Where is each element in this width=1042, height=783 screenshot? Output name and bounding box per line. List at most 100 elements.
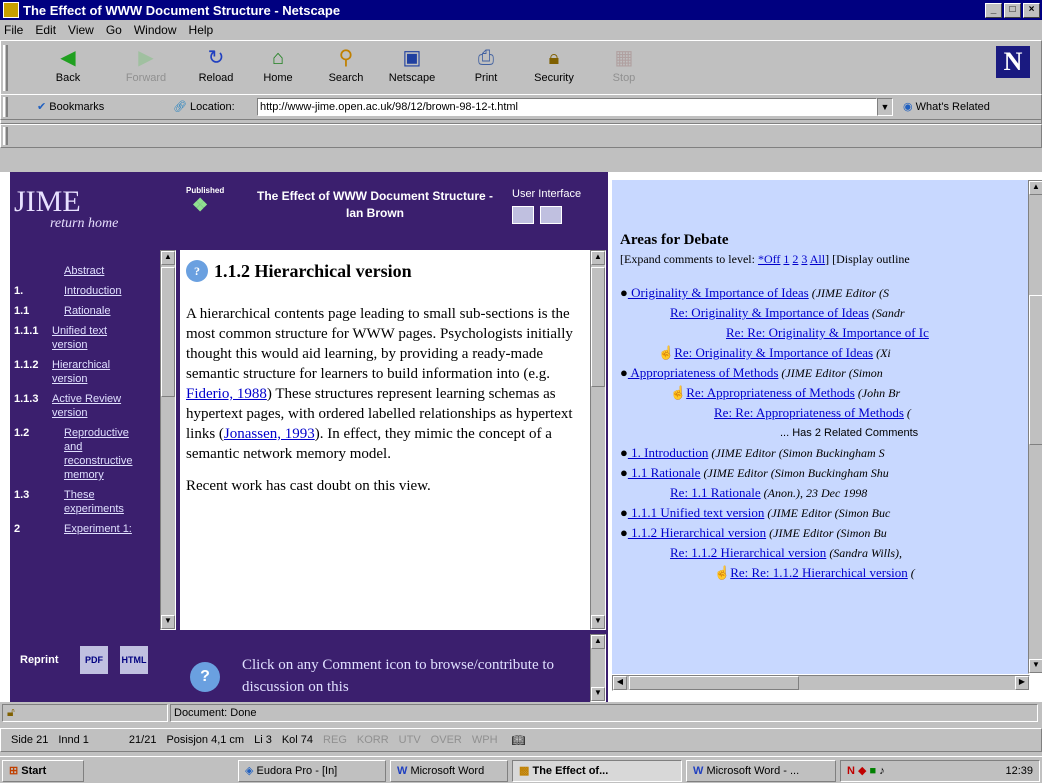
scroll-thumb[interactable] (1029, 295, 1042, 445)
toc-item[interactable]: 1.3 These experiments (14, 488, 160, 516)
debate-item[interactable]: ☝Re: Re: 1.1.2 Hierarchical version ( (620, 563, 1030, 583)
debate-link[interactable]: Originality & Importance of Ideas (628, 285, 809, 300)
scroll-down-button[interactable]: ▼ (1029, 659, 1042, 673)
scroll-up-button[interactable]: ▲ (161, 251, 175, 265)
debate-link[interactable]: 1. Introduction (628, 445, 708, 460)
close-button[interactable]: × (1023, 2, 1040, 18)
scroll-left-button[interactable]: ◀ (613, 676, 627, 690)
menu-window[interactable]: Window (134, 23, 177, 37)
scroll-down-button[interactable]: ▼ (591, 687, 605, 701)
toc-link[interactable]: Rationale (64, 304, 110, 318)
tray-icon[interactable]: ■ (870, 765, 877, 777)
scroll-right-button[interactable]: ▶ (1015, 676, 1029, 690)
debate-item[interactable]: Re: 1.1 Rationale (Anon.), 23 Dec 1998 (620, 483, 1030, 503)
netscape-app-icon[interactable] (3, 2, 19, 18)
mode-trk[interactable]: KORR (357, 734, 389, 746)
personal-toolbar-grip[interactable] (3, 127, 8, 145)
debate-link[interactable]: Re: 1.1.2 Hierarchical version (670, 545, 826, 560)
menu-view[interactable]: View (68, 23, 94, 37)
debate-link[interactable]: 1.1.2 Hierarchical version (628, 525, 766, 540)
mode-ext[interactable]: UTV (399, 734, 421, 746)
taskbar-item-eudora[interactable]: ◈ Eudora Pro - [In] (238, 760, 386, 782)
expand-level-all[interactable]: All (810, 252, 825, 266)
expand-level-off[interactable]: *Off (758, 252, 780, 266)
pdf-icon[interactable]: PDF (80, 646, 108, 674)
debate-item[interactable]: ● Appropriateness of Methods (JIME Edito… (620, 363, 1030, 383)
expand-level-3[interactable]: 3 (801, 252, 807, 266)
window-layout-icon[interactable] (540, 206, 562, 224)
debate-link[interactable]: 1.1.1 Unified text version (628, 505, 764, 520)
citation-link[interactable]: Fiderio, 1988 (186, 386, 267, 402)
toc-link[interactable]: Hierarchical version (52, 358, 132, 386)
citation-link[interactable]: Jonassen, 1993 (224, 426, 315, 442)
mode-wph[interactable]: WPH (472, 734, 498, 746)
scroll-thumb[interactable] (629, 676, 799, 690)
scroll-up-button[interactable]: ▲ (591, 635, 605, 649)
tray-icon[interactable]: ◆ (858, 765, 866, 777)
toc-link[interactable]: Experiment 1: (64, 522, 132, 536)
volume-icon[interactable]: ♪ (879, 765, 885, 777)
netscape-logo[interactable]: N (996, 46, 1030, 78)
scroll-down-button[interactable]: ▼ (591, 615, 605, 629)
debate-item[interactable]: ● 1. Introduction (JIME Editor (Simon Bu… (620, 443, 1030, 463)
toc-link[interactable]: Reproductive and reconstructive memory (64, 426, 144, 482)
return-home-link[interactable]: return home (50, 216, 118, 232)
scroll-up-button[interactable]: ▲ (591, 251, 605, 265)
debate-link[interactable]: Appropriateness of Methods (628, 365, 778, 380)
debate-item[interactable]: ● 1.1.2 Hierarchical version (JIME Edito… (620, 523, 1030, 543)
start-button[interactable]: ⊞ Start (2, 760, 84, 782)
minimize-button[interactable]: _ (985, 2, 1002, 18)
debate-link[interactable]: Re: Re: Originality & Importance of Ic (726, 325, 929, 340)
location-grip[interactable] (3, 97, 8, 117)
html-icon[interactable]: HTML (120, 646, 148, 674)
toc-item[interactable]: Abstract (14, 264, 160, 278)
comment-scrollbar[interactable]: ▲ ▼ (590, 634, 606, 702)
debate-link[interactable]: Re: 1.1 Rationale (670, 485, 761, 500)
debate-link[interactable]: 1.1 Rationale (628, 465, 700, 480)
toc-item[interactable]: 1. Introduction (14, 284, 160, 298)
expand-level-1[interactable]: 1 (783, 252, 789, 266)
debate-item[interactable]: ☝Re: Originality & Importance of Ideas (… (620, 343, 1030, 363)
mode-rec[interactable]: REG (323, 734, 347, 746)
debate-item[interactable]: Re: Re: Appropriateness of Methods ( (620, 403, 1030, 423)
debate-link[interactable]: Re: Originality & Importance of Ideas (674, 345, 873, 360)
clock[interactable]: 12:39 (1005, 761, 1033, 781)
toolbar-grip[interactable] (3, 45, 8, 91)
toc-item[interactable]: 2 Experiment 1: (14, 522, 160, 536)
search-button[interactable]: ⚲ Search (319, 45, 373, 89)
norton-icon[interactable]: N (847, 765, 855, 777)
toc-item[interactable]: 1.2 Reproductive and reconstructive memor… (14, 426, 160, 482)
debate-horizontal-scrollbar[interactable]: ◀ ▶ (612, 675, 1030, 691)
debate-item[interactable]: ☝Re: Appropriateness of Methods (John Br (620, 383, 1030, 403)
article-scrollbar[interactable]: ▲ ▼ (590, 250, 606, 630)
menu-go[interactable]: Go (106, 23, 122, 37)
print-button[interactable]: ⎙ Print (459, 45, 513, 89)
home-button[interactable]: ⌂ Home (251, 45, 305, 89)
taskbar-item-word-document[interactable]: W Microsoft Word - ... (686, 760, 836, 782)
scroll-up-button[interactable]: ▲ (1029, 181, 1042, 195)
menu-file[interactable]: File (4, 23, 23, 37)
toc-item[interactable]: 1.1 Rationale (14, 304, 160, 318)
url-input[interactable]: http://www-jime.open.ac.uk/98/12/brown-9… (257, 98, 877, 116)
toc-item[interactable]: 1.1.1 Unified text version (14, 324, 160, 352)
url-dropdown-button[interactable]: ▼ (877, 98, 893, 116)
mode-ovr[interactable]: OVER (431, 734, 462, 746)
debate-scrollbar[interactable]: ▲ ▼ (1028, 180, 1042, 674)
netscape-button[interactable]: ▣ Netscape (385, 45, 439, 89)
reload-button[interactable]: ↻ Reload (189, 45, 243, 89)
debate-item[interactable]: Re: Originality & Importance of Ideas (S… (620, 303, 1030, 323)
toc-item[interactable]: 1.1.2 Hierarchical version (14, 358, 160, 386)
scroll-thumb[interactable] (591, 267, 605, 387)
debate-item[interactable]: ● Originality & Importance of Ideas (JIM… (620, 283, 1030, 303)
frame-layout-icon[interactable] (512, 206, 534, 224)
debate-item[interactable]: Re: 1.1.2 Hierarchical version (Sandra W… (620, 543, 1030, 563)
scroll-down-button[interactable]: ▼ (161, 615, 175, 629)
toc-link[interactable]: Active Review version (52, 392, 132, 420)
published-badge[interactable]: Published ❖ (186, 186, 224, 216)
debate-link[interactable]: Re: Re: Appropriateness of Methods (714, 405, 904, 420)
scroll-thumb[interactable] (161, 267, 175, 397)
toc-link[interactable]: Introduction (64, 284, 121, 298)
debate-link[interactable]: Re: Re: 1.1.2 Hierarchical version (730, 565, 908, 580)
debate-item[interactable]: Re: Re: Originality & Importance of Ic (620, 323, 1030, 343)
toc-link[interactable]: Unified text version (52, 324, 132, 352)
